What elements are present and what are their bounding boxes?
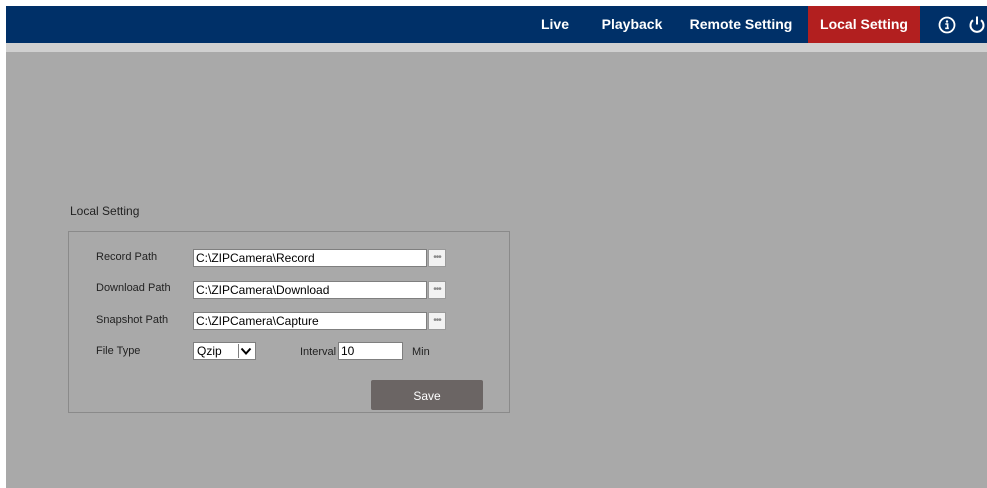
snapshot-path-input[interactable] [193,312,427,330]
file-type-label: File Type [96,345,141,357]
download-path-label: Download Path [96,282,171,294]
snapshot-path-label: Snapshot Path [96,314,169,326]
nav-tab-local-setting[interactable]: Local Setting [808,6,920,43]
nav-tab-playback[interactable]: Playback [592,6,672,43]
top-navigation-bar: Live Playback Remote Setting Local Setti… [6,6,987,43]
download-path-input[interactable] [193,281,427,299]
record-path-input[interactable] [193,249,427,267]
power-icon[interactable] [967,15,987,35]
interval-unit-label: Min [412,346,430,358]
app-window: Live Playback Remote Setting Local Setti… [0,0,987,488]
file-type-value: Qzip [197,344,222,358]
section-title: Local Setting [70,204,140,218]
save-button[interactable]: Save [371,380,483,410]
chevron-down-icon [238,344,254,358]
nav-tab-remote-setting[interactable]: Remote Setting [678,6,804,43]
download-path-browse-button[interactable]: ••• [428,281,446,299]
file-type-select[interactable]: Qzip [193,342,256,360]
nav-tab-live[interactable]: Live [530,6,580,43]
interval-label: Interval [300,346,337,358]
record-path-browse-button[interactable]: ••• [428,249,446,267]
interval-input[interactable] [338,342,403,360]
info-icon[interactable] [937,15,957,35]
record-path-label: Record Path [96,251,158,263]
snapshot-path-browse-button[interactable]: ••• [428,312,446,330]
nav-divider [6,43,987,52]
